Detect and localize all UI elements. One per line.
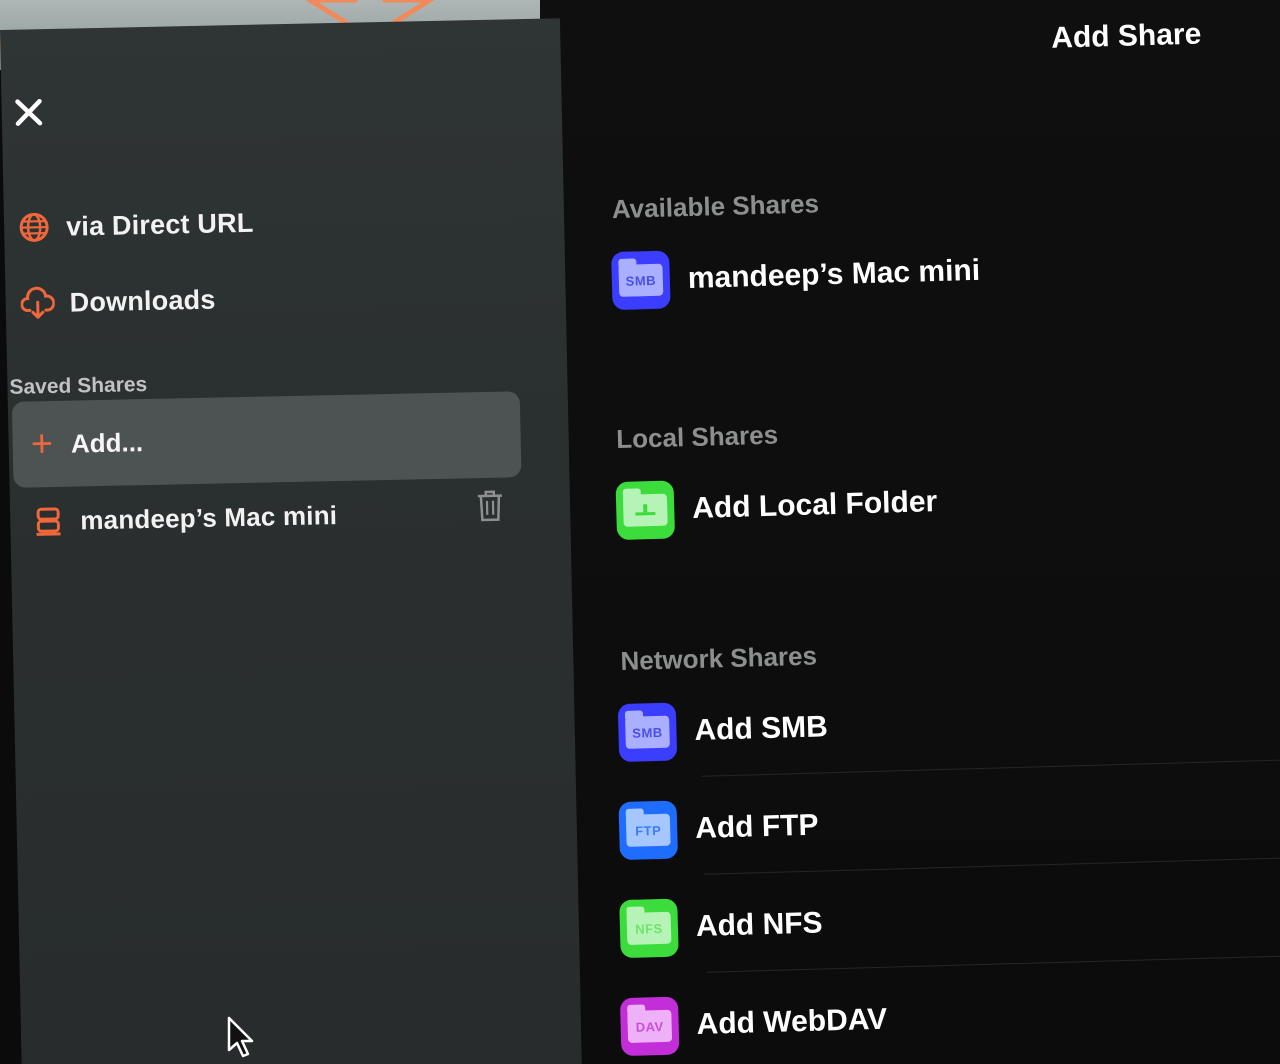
add-webdav-button[interactable]: DAV Add WebDAV xyxy=(619,991,888,1057)
smb-badge: SMB xyxy=(625,272,657,289)
add-ftp-button[interactable]: FTP Add FTP xyxy=(618,797,819,861)
screen: Add Share Available Shares SMB mandeep’s… xyxy=(0,0,1280,1064)
server-icon xyxy=(30,503,67,540)
add-share-content: Add Share Available Shares SMB mandeep’s… xyxy=(540,0,1280,1064)
ftp-folder-icon: FTP xyxy=(618,800,679,861)
sidebar-item-direct-url[interactable]: via Direct URL xyxy=(16,205,254,246)
ftp-badge: FTP xyxy=(634,822,662,839)
local-folder-glyph xyxy=(622,493,668,527)
smb-folder-icon: SMB xyxy=(611,250,671,311)
trash-icon[interactable] xyxy=(476,489,505,524)
page-title: Add Share xyxy=(1050,17,1202,55)
smb-folder-glyph: SMB xyxy=(625,715,670,749)
dav-badge: DAV xyxy=(635,1018,664,1035)
row-divider xyxy=(704,856,1280,875)
sidebar-item-label: Downloads xyxy=(69,284,216,318)
add-nfs-button[interactable]: NFS Add NFS xyxy=(619,894,823,959)
globe-icon xyxy=(16,209,53,246)
sidebar-item-label: via Direct URL xyxy=(65,207,254,242)
add-smb-button[interactable]: SMB Add SMB xyxy=(617,698,829,763)
saved-shares-heading: Saved Shares xyxy=(9,372,148,399)
dav-folder-icon: DAV xyxy=(619,996,680,1057)
share-item-mandeeps-mac-mini[interactable]: SMB mandeep’s Mac mini xyxy=(611,242,981,311)
add-webdav-label: Add WebDAV xyxy=(696,1002,888,1042)
nfs-badge: NFS xyxy=(635,920,663,937)
smb-folder-glyph: SMB xyxy=(618,263,664,297)
saved-share-label: mandeep’s Mac mini xyxy=(79,499,338,535)
saved-share-mandeeps-mac-mini[interactable]: mandeep’s Mac mini xyxy=(30,497,338,539)
cloud-download-icon xyxy=(19,285,56,322)
available-shares-label: Available Shares xyxy=(611,188,820,225)
dav-folder-glyph: DAV xyxy=(627,1009,673,1043)
add-local-folder-label: Add Local Folder xyxy=(691,485,938,525)
add-saved-share-button[interactable]: + Add... xyxy=(11,391,522,488)
add-ftp-label: Add FTP xyxy=(694,808,819,845)
local-folder-icon xyxy=(615,480,676,541)
smb-badge: SMB xyxy=(632,724,663,741)
network-shares-label: Network Shares xyxy=(620,640,818,677)
share-item-label: mandeep’s Mac mini xyxy=(687,253,981,295)
add-local-folder-button[interactable]: Add Local Folder xyxy=(615,473,938,541)
nfs-folder-glyph: NFS xyxy=(626,911,672,945)
add-nfs-label: Add NFS xyxy=(695,906,823,944)
smb-folder-icon: SMB xyxy=(617,702,678,763)
nfs-folder-icon: NFS xyxy=(619,898,679,959)
add-smb-label: Add SMB xyxy=(693,710,829,747)
row-divider xyxy=(701,759,1280,777)
sidebar: via Direct URL Downloads Saved Shares + … xyxy=(0,18,583,1064)
close-icon xyxy=(15,98,43,126)
close-button[interactable] xyxy=(11,95,46,130)
network-tray-icon xyxy=(635,504,656,516)
row-divider xyxy=(707,954,1280,973)
plus-icon: + xyxy=(30,422,54,465)
add-label: Add... xyxy=(70,426,144,459)
local-shares-label: Local Shares xyxy=(615,419,779,455)
add-share-panel: Add Share Available Shares SMB mandeep’s… xyxy=(540,0,1280,1064)
sidebar-item-downloads[interactable]: Downloads xyxy=(19,282,216,322)
ftp-folder-glyph: FTP xyxy=(625,813,671,847)
mouse-cursor-icon xyxy=(227,1016,254,1058)
